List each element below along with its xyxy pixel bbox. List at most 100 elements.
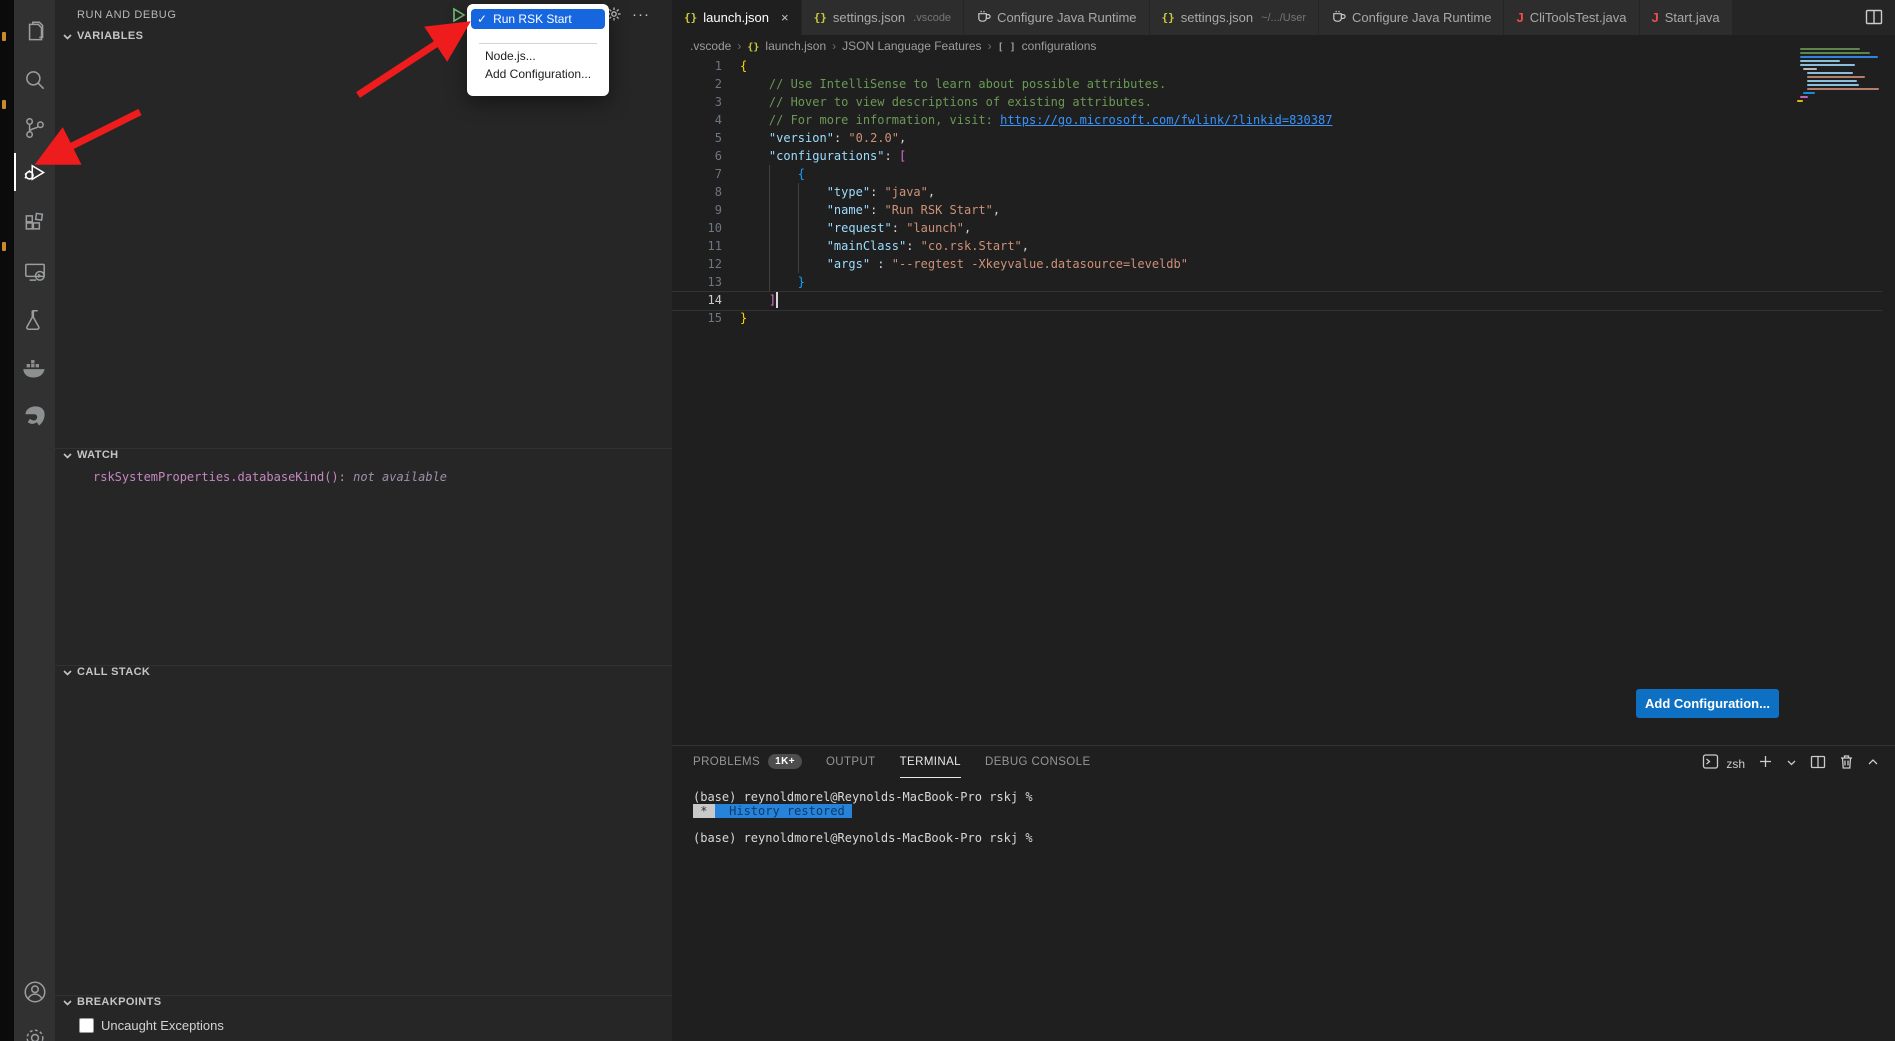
minimap-line <box>1807 80 1857 82</box>
watch-expression-row[interactable]: rskSystemProperties.databaseKind(): not … <box>93 470 447 484</box>
activity-remote-explorer-icon[interactable] <box>14 250 55 294</box>
tab-configure-java-runtime[interactable]: Configure Java Runtime <box>964 0 1149 35</box>
breadcrumb-separator: › <box>832 39 836 53</box>
panel-tab-output[interactable]: OUTPUT <box>826 746 876 778</box>
activity-search-icon[interactable] <box>14 58 55 102</box>
code-line-8[interactable]: 8 "type": "java", <box>672 183 1895 201</box>
line-number: 2 <box>672 75 740 93</box>
activity-source-control-icon[interactable] <box>14 106 55 150</box>
json-braces-icon: {} <box>747 42 765 53</box>
code-line-5[interactable]: 5 "version": "0.2.0", <box>672 129 1895 147</box>
code-line-11[interactable]: 11 "mainClass": "co.rsk.Start", <box>672 237 1895 255</box>
start-debugging-play-icon[interactable] <box>451 7 467 23</box>
code-line-2[interactable]: 2 // Use IntelliSense to learn about pos… <box>672 75 1895 93</box>
activity-docker-icon[interactable] <box>14 346 55 390</box>
code-line-9[interactable]: 9 "name": "Run RSK Start", <box>672 201 1895 219</box>
bottom-panel: PROBLEMS1K+ OUTPUT TERMINAL DEBUG CONSOLE z… <box>672 745 1895 1041</box>
code-line-13[interactable]: 13 } <box>672 273 1895 291</box>
minimap-line <box>1807 72 1853 74</box>
tab-label: launch.json <box>703 10 769 25</box>
terminal-line: * History restored <box>693 805 1033 819</box>
split-editor-icon[interactable] <box>1865 8 1885 28</box>
breadcrumb-item[interactable]: .vscode <box>690 39 731 53</box>
edge-tick <box>2 32 6 41</box>
code-line-7[interactable]: 7 { <box>672 165 1895 183</box>
watch-section-header[interactable]: WATCH <box>63 449 119 461</box>
tab-configure-java-runtime[interactable]: Configure Java Runtime <box>1319 0 1504 35</box>
shell-name-label[interactable]: zsh <box>1726 757 1745 771</box>
code-line-3[interactable]: 3 // Hover to view descriptions of exist… <box>672 93 1895 111</box>
activity-extensions-icon[interactable] <box>14 202 55 246</box>
activity-explorer-icon[interactable] <box>14 10 55 54</box>
line-number: 1 <box>672 57 740 75</box>
java-file-icon: J <box>1652 10 1659 25</box>
code-text: // Hover to view descriptions of existin… <box>740 93 1152 111</box>
activity-accounts-icon[interactable] <box>14 970 55 1014</box>
add-configuration-button[interactable]: Add Configuration... <box>1636 689 1779 718</box>
vscode-window: RUN AND DEBUG ··· VARIABLES WATCH rskSys… <box>0 0 1895 1041</box>
activity-settings-gear-icon[interactable] <box>14 1016 55 1041</box>
code-text: // Use IntelliSense to learn about possi… <box>740 75 1166 93</box>
dropdown-item-nodejs[interactable]: Node.js... <box>485 49 536 63</box>
maximize-panel-chevron-icon[interactable] <box>1867 755 1879 773</box>
dropdown-item-add-configuration[interactable]: Add Configuration... <box>485 67 591 81</box>
launch-profile-chevron-icon[interactable] <box>1786 755 1797 773</box>
breakpoints-section-header[interactable]: BREAKPOINTS <box>63 996 161 1008</box>
terminal-line <box>693 818 1033 832</box>
new-terminal-icon[interactable] <box>1758 754 1773 774</box>
panel-tab-problems[interactable]: PROBLEMS1K+ <box>693 746 802 778</box>
code-line-4[interactable]: 4 // For more information, visit: https:… <box>672 111 1895 129</box>
panel-tab-terminal[interactable]: TERMINAL <box>900 746 961 778</box>
code-line-6[interactable]: 6 "configurations": [ <box>672 147 1895 165</box>
line-number: 14 <box>672 291 740 309</box>
tab-clitoolstest-java[interactable]: JCliToolsTest.java <box>1504 0 1639 35</box>
panel-tab-debug-console[interactable]: DEBUG CONSOLE <box>985 746 1091 778</box>
breadcrumb-item[interactable]: [ ] configurations <box>998 39 1097 53</box>
call-stack-section-header[interactable]: CALL STACK <box>63 666 150 678</box>
activity-gradle-icon[interactable] <box>14 394 55 438</box>
code-line-1[interactable]: 1{ <box>672 57 1895 75</box>
code-line-12[interactable]: 12 "args" : "--regtest -Xkeyvalue.dataso… <box>672 255 1895 273</box>
split-terminal-icon[interactable] <box>1810 754 1826 775</box>
chevron-down-icon <box>63 451 72 460</box>
code-line-14[interactable]: 14 ] <box>672 291 1895 309</box>
tab-launch-json[interactable]: {}launch.json× <box>672 0 802 35</box>
desktop-edge-strip <box>0 0 14 1041</box>
kill-terminal-trash-icon[interactable] <box>1839 754 1854 775</box>
terminal-output[interactable]: (base) reynoldmorel@Reynolds-MacBook-Pro… <box>693 791 1033 845</box>
breadcrumb-separator: › <box>737 39 741 53</box>
uncaught-exceptions-row: Uncaught Exceptions <box>79 1018 224 1033</box>
tab-start-java[interactable]: JStart.java <box>1640 0 1733 35</box>
indent-guide <box>798 183 799 273</box>
code-line-10[interactable]: 10 "request": "launch", <box>672 219 1895 237</box>
code-text: "mainClass": "co.rsk.Start", <box>740 237 1029 255</box>
uncaught-exceptions-checkbox[interactable] <box>79 1018 94 1033</box>
menu-separator <box>479 43 597 44</box>
minimap[interactable] <box>1797 48 1885 104</box>
breadcrumb-item[interactable]: {} launch.json <box>747 39 826 53</box>
code-text: "args" : "--regtest -Xkeyvalue.datasourc… <box>740 255 1188 273</box>
tab-settings-json[interactable]: {}settings.json~/.../User <box>1150 0 1319 35</box>
code-line-15[interactable]: 15} <box>672 309 1895 327</box>
tab-label: settings.json <box>1181 10 1253 25</box>
terminal-line: (base) reynoldmorel@Reynolds-MacBook-Pro… <box>693 791 1033 805</box>
dropdown-selected-item[interactable]: ✓ Run RSK Start <box>471 9 605 29</box>
activity-run-and-debug-icon[interactable] <box>14 150 55 194</box>
tab-settings-json[interactable]: {}settings.json.vscode <box>802 0 964 35</box>
variables-section-header[interactable]: VARIABLES <box>63 30 143 42</box>
indent-guide <box>769 165 770 291</box>
activity-testing-icon[interactable] <box>14 298 55 342</box>
java-file-icon: J <box>1516 10 1523 25</box>
minimap-line <box>1800 52 1870 54</box>
code-editor[interactable]: 1{2 // Use IntelliSense to learn about p… <box>672 57 1895 327</box>
debug-sidebar: RUN AND DEBUG ··· VARIABLES WATCH rskSys… <box>55 0 673 1041</box>
terminal-shell-icon[interactable] <box>1702 753 1719 775</box>
more-actions-icon[interactable]: ··· <box>632 6 650 23</box>
chevron-down-icon <box>63 998 72 1007</box>
close-icon[interactable]: × <box>781 10 789 25</box>
watch-expression: rskSystemProperties.databaseKind(): <box>93 470 346 484</box>
editor-tab-bar: {}launch.json×{}settings.json.vscodeConf… <box>672 0 1895 35</box>
line-number: 7 <box>672 165 740 183</box>
breadcrumb-item[interactable]: JSON Language Features <box>842 39 981 53</box>
line-number: 6 <box>672 147 740 165</box>
